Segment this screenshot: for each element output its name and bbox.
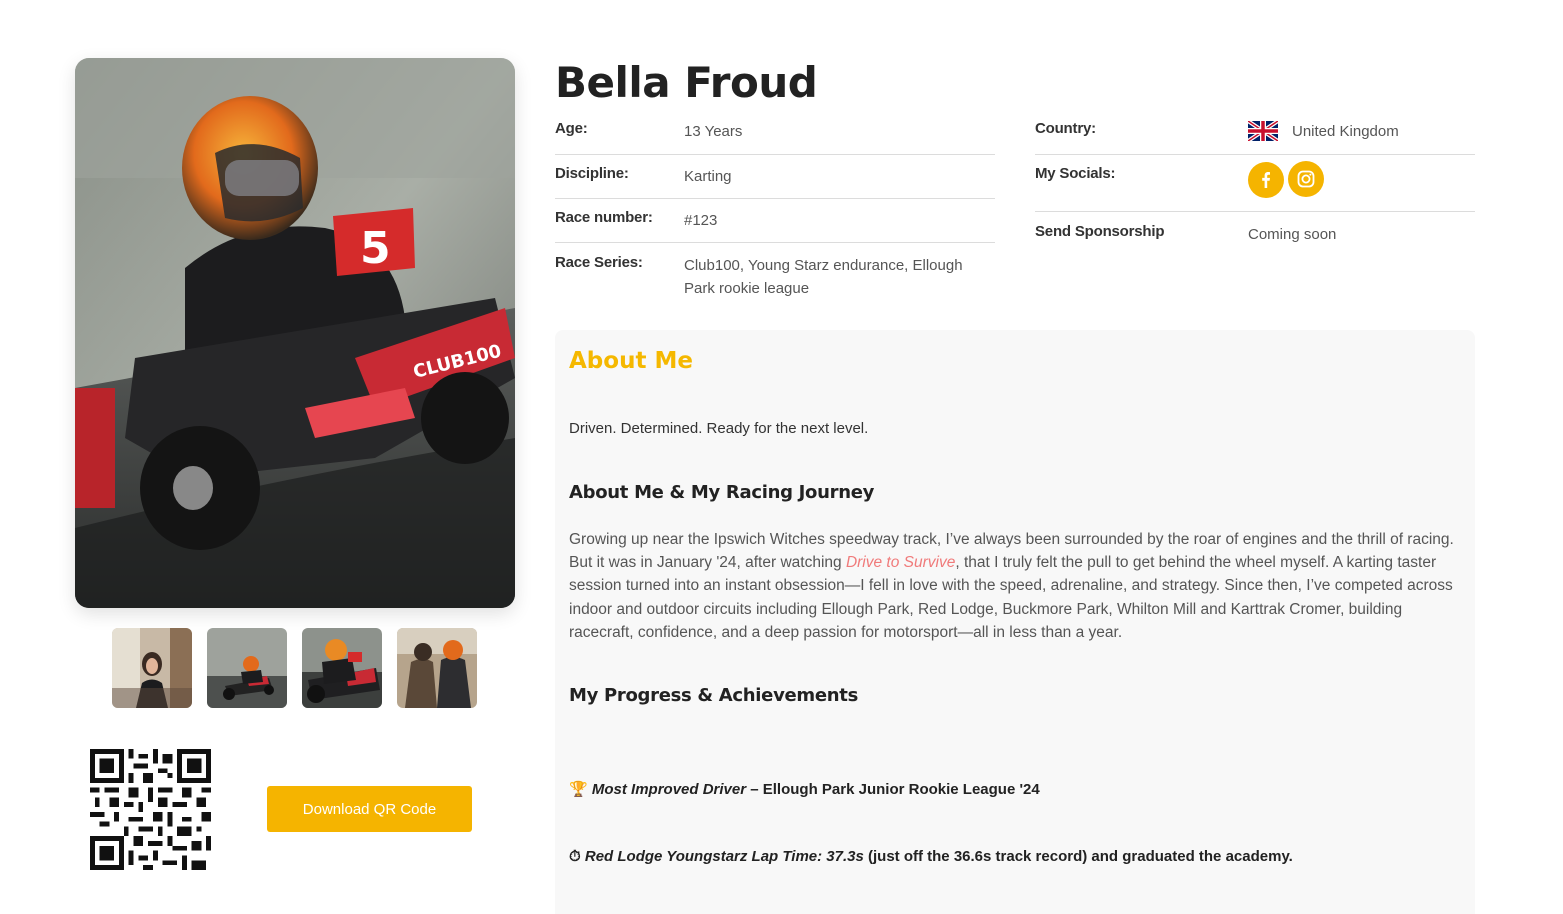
driver-name: Bella Froud (555, 58, 818, 107)
achievement-item: ⏱ Red Lodge Youngstarz Lap Time: 37.3s (… (569, 848, 1293, 865)
socials-label: My Socials: (1035, 165, 1116, 182)
uk-flag-icon (1248, 121, 1278, 142)
journey-heading: About Me & My Racing Journey (569, 482, 875, 503)
svg-text:5: 5 (360, 223, 391, 274)
info-row-race-number: Race number: #123 (555, 199, 995, 243)
info-row-socials: My Socials: (1035, 155, 1475, 212)
driver-contact-table: Country: United Kingdom My Socials: Send… (1035, 120, 1475, 246)
instagram-button[interactable] (1288, 161, 1324, 197)
country-label: Country: (1035, 120, 1096, 137)
discipline-value: Karting (684, 168, 732, 185)
discipline-label: Discipline: (555, 165, 629, 182)
achievement-title: Red Lodge Youngstarz Lap Time: 37.3s (584, 848, 864, 865)
info-row-discipline: Discipline: Karting (555, 155, 995, 199)
stopwatch-icon: ⏱ (569, 848, 581, 865)
race-number-value: #123 (684, 212, 718, 229)
journey-paragraph: Growing up near the Ipswich Witches spee… (569, 528, 1461, 644)
thumbnail-kart-closeup-image (302, 628, 382, 708)
thumbnail-girl-image (112, 628, 192, 708)
trophy-icon: 🏆 (569, 781, 588, 798)
about-me-title: About Me (569, 348, 693, 374)
download-qr-code-button[interactable]: Download QR Code (267, 786, 472, 832)
info-row-sponsorship: Send Sponsorship Coming soon (1035, 212, 1475, 246)
achievement-title: Most Improved Driver (591, 781, 747, 798)
achievement-detail: (just off the 36.6s track record) and gr… (863, 848, 1293, 865)
profile-main-photo[interactable]: 5 CLUB100 (75, 58, 515, 608)
achievement-detail: – Ellough Park Junior Rookie League '24 (746, 781, 1040, 798)
thumbnail-kart-race-image (207, 628, 287, 708)
about-me-card: About Me Driven. Determined. Ready for t… (555, 330, 1475, 914)
instagram-icon (1297, 170, 1315, 188)
race-series-value: Club100, Young Starz endurance, Ellough … (684, 257, 963, 297)
age-label: Age: (555, 120, 588, 137)
info-row-age: Age: 13 Years (555, 120, 995, 155)
facebook-button[interactable] (1248, 162, 1284, 198)
sponsorship-value: Coming soon (1248, 226, 1337, 243)
thumbnail-4[interactable] (397, 628, 477, 708)
drive-to-survive-link[interactable]: Drive to Survive (846, 554, 955, 571)
achievement-item: 🏆 Most Improved Driver – Ellough Park Ju… (569, 780, 1040, 798)
thumbnail-2[interactable] (207, 628, 287, 708)
socials-buttons (1248, 161, 1475, 211)
info-row-country: Country: United Kingdom (1035, 120, 1475, 155)
photo-thumbnails (112, 628, 477, 708)
facebook-icon (1262, 172, 1270, 188)
country-value-wrap: United Kingdom (1248, 120, 1475, 154)
qr-code-image (90, 749, 211, 870)
progress-heading: My Progress & Achievements (569, 685, 859, 706)
thumbnail-3[interactable] (302, 628, 382, 708)
about-tagline: Driven. Determined. Ready for the next l… (569, 420, 869, 437)
age-value: 13 Years (684, 123, 743, 140)
thumbnail-1[interactable] (112, 628, 192, 708)
thumbnail-team-image (397, 628, 477, 708)
karting-photo: 5 CLUB100 (75, 58, 515, 608)
sponsorship-label: Send Sponsorship (1035, 223, 1165, 240)
race-series-label: Race Series: (555, 254, 643, 271)
driver-info-table: Age: 13 Years Discipline: Karting Race n… (555, 120, 995, 300)
race-number-label: Race number: (555, 209, 653, 226)
country-value: United Kingdom (1292, 123, 1399, 140)
info-row-race-series: Race Series: Club100, Young Starz endura… (555, 243, 995, 300)
